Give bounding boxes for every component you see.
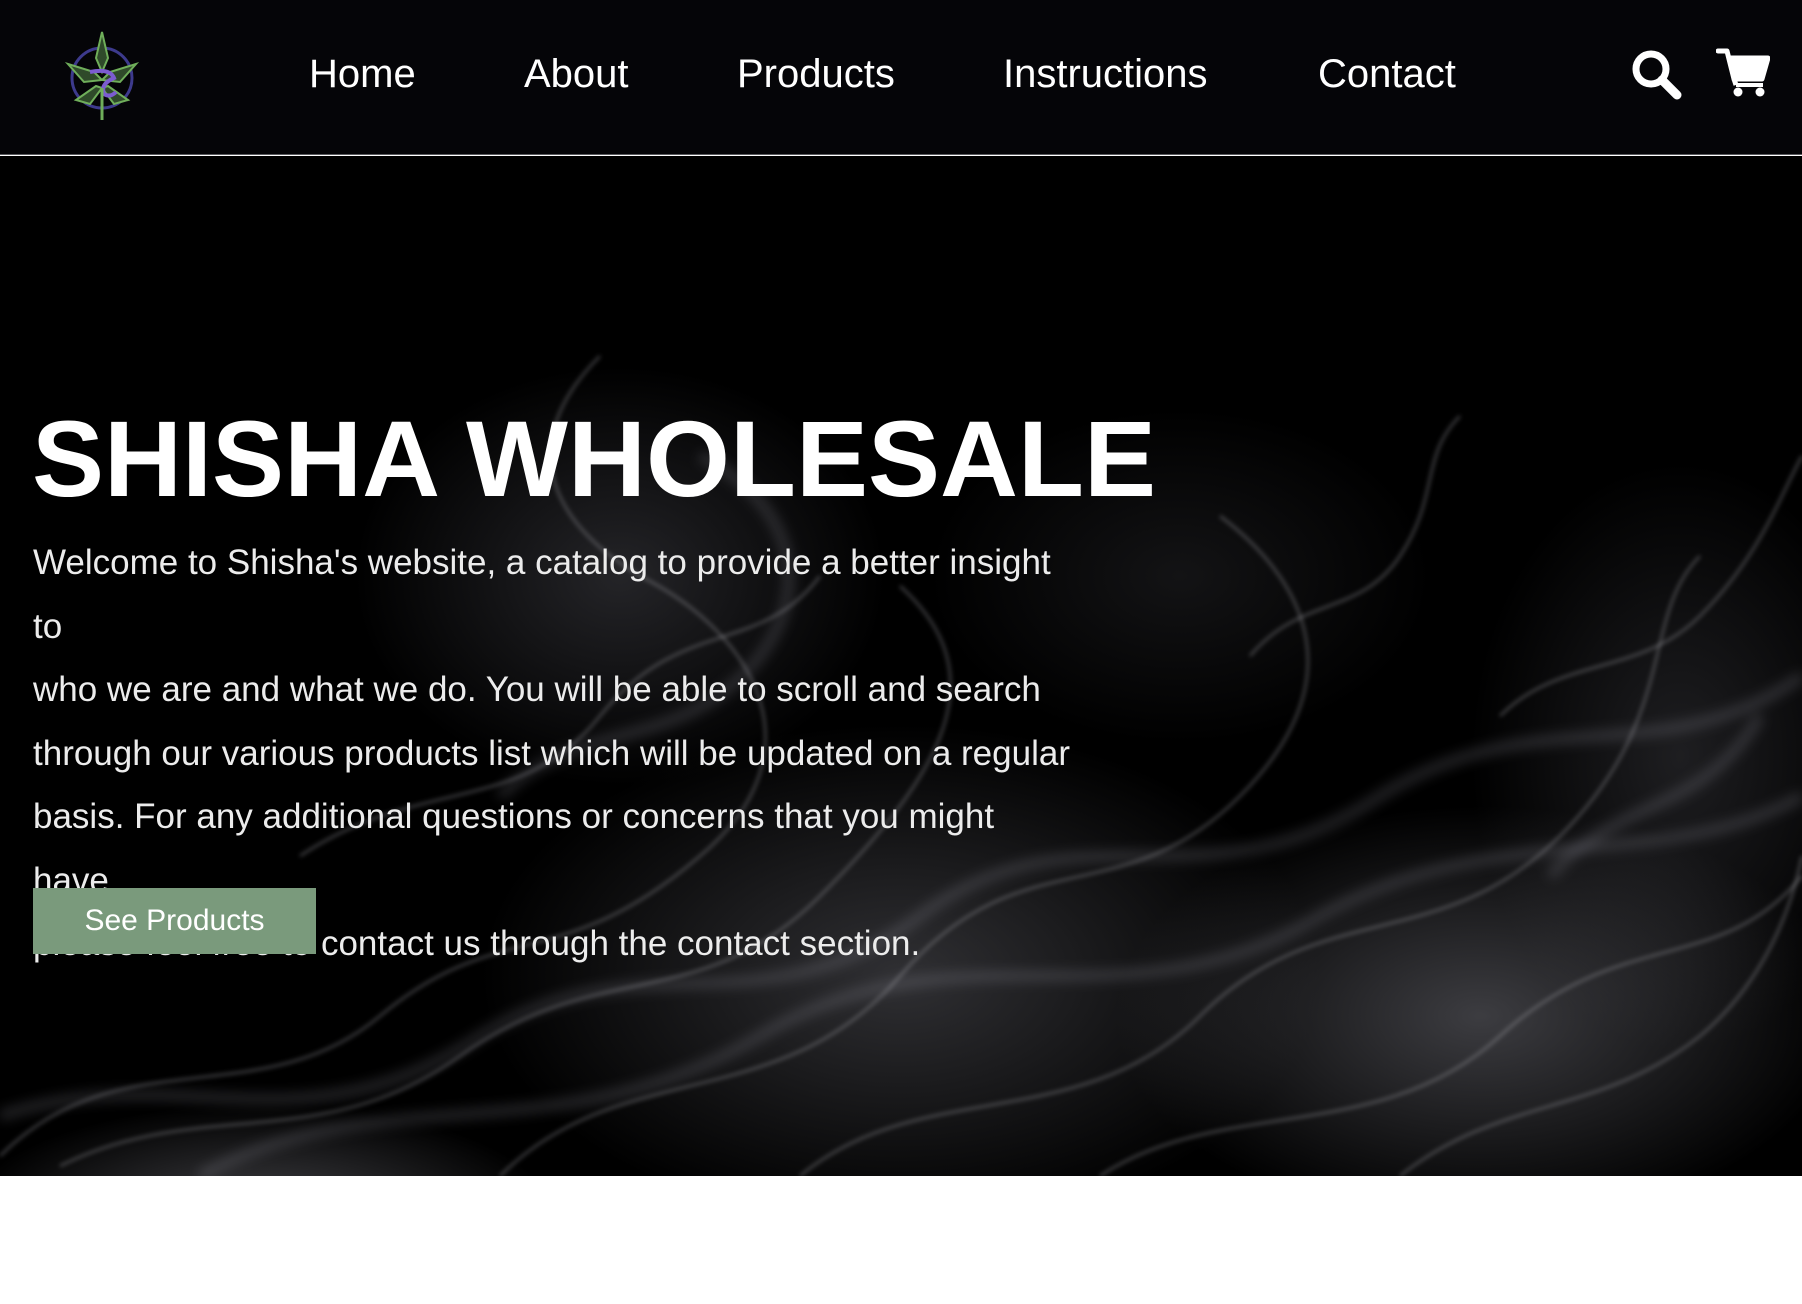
site-header: Home About Products Instructions Contact [0, 0, 1802, 155]
nav-contact[interactable]: Contact [1318, 46, 1456, 102]
nav-about[interactable]: About [524, 46, 629, 102]
hero-description-line: Welcome to Shisha's website, a catalog t… [33, 543, 1051, 646]
hero-section: SHISHA WHOLESALE Welcome to Shisha's web… [0, 156, 1802, 1176]
see-products-button[interactable]: See Products [33, 888, 316, 954]
search-icon[interactable] [1630, 48, 1682, 100]
hero-description-line: through our various products list which … [33, 733, 1070, 773]
hero-title: SHISHA WHOLESALE [32, 398, 1157, 519]
hero-description-line: who we are and what we do. You will be a… [33, 670, 1041, 709]
main-nav: Home About Products Instructions Contact [0, 0, 1802, 155]
cart-icon[interactable] [1715, 47, 1771, 97]
nav-home[interactable]: Home [309, 46, 416, 102]
nav-products[interactable]: Products [737, 46, 895, 102]
nav-instructions[interactable]: Instructions [1003, 46, 1208, 102]
page-content-area [0, 1176, 1802, 1304]
